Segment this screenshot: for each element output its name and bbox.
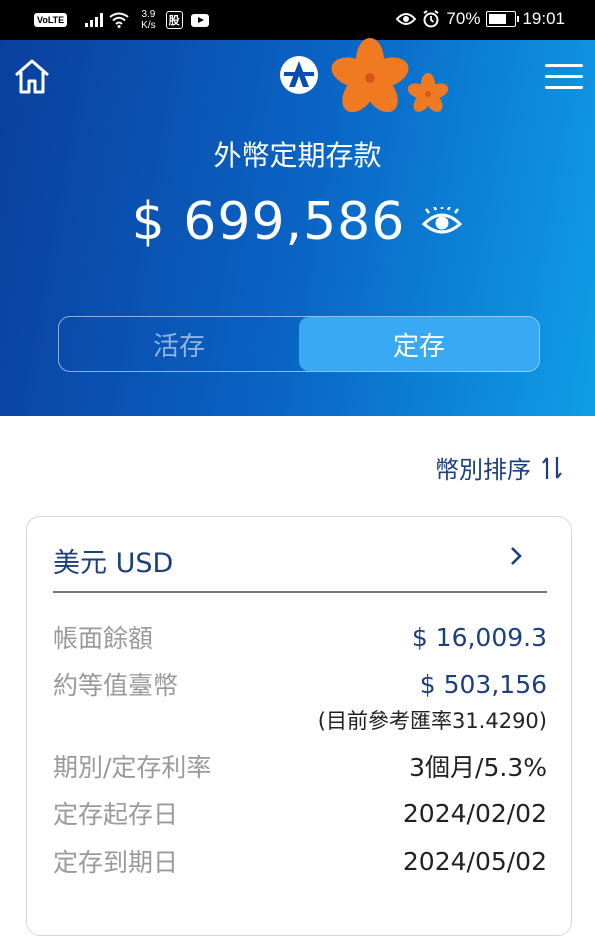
twd-equivalent-value: $ 503,156 bbox=[419, 669, 547, 699]
eye-comfort-icon bbox=[396, 13, 417, 25]
header-banner: 外幣定期存款 $ 699,586 活存 定存 bbox=[0, 38, 595, 416]
twd-equivalent-label: 約等值臺幣 bbox=[53, 671, 179, 700]
battery-percent: 70% bbox=[446, 9, 481, 28]
term-rate-value: 3個月/5.3% bbox=[409, 753, 547, 782]
usd-deposit-card[interactable]: 美元 USD 帳面餘額 $ 16,009.3 約等值臺幣 $ 503,156 (… bbox=[26, 516, 572, 936]
book-balance-row: 帳面餘額 $ 16,009.3 bbox=[53, 619, 547, 655]
start-date-label: 定存起存日 bbox=[53, 800, 179, 829]
volte-badge: VoLTE bbox=[34, 13, 68, 27]
menu-icon[interactable] bbox=[545, 58, 583, 94]
stock-app-icon: 股 bbox=[165, 11, 183, 29]
chevron-right-icon[interactable] bbox=[509, 545, 523, 567]
currency-sort-label: 幣別排序 bbox=[435, 456, 531, 484]
sort-arrows-icon bbox=[542, 456, 562, 479]
network-speed: 3.9 K/s bbox=[141, 9, 155, 31]
divider bbox=[53, 591, 547, 593]
network-speed-value: 3.9 bbox=[141, 9, 156, 20]
tab-time-deposit[interactable]: 定存 bbox=[299, 317, 539, 371]
status-left-group: VoLTE 3.9 K/s 股 bbox=[34, 9, 209, 31]
deposit-type-toggle: 活存 定存 bbox=[58, 316, 540, 372]
exchange-rate-note: (目前參考匯率31.4290) bbox=[317, 709, 547, 733]
wifi-icon bbox=[109, 12, 129, 28]
maturity-date-value: 2024/05/02 bbox=[402, 846, 547, 876]
currency-sort-button[interactable]: 幣別排序 bbox=[435, 450, 563, 485]
eye-icon[interactable] bbox=[421, 207, 463, 237]
start-date-row: 定存起存日 2024/02/02 bbox=[53, 795, 547, 831]
clock-time: 19:01 bbox=[522, 9, 565, 28]
tab-demand-deposit[interactable]: 活存 bbox=[59, 317, 299, 371]
book-balance-value: $ 16,009.3 bbox=[411, 622, 547, 652]
maturity-date-row: 定存到期日 2024/05/02 bbox=[53, 843, 547, 879]
status-bar: VoLTE 3.9 K/s 股 70% 19:01 bbox=[0, 0, 595, 40]
alarm-icon bbox=[423, 10, 439, 28]
signal-icon bbox=[85, 13, 104, 27]
page-title: 外幣定期存款 bbox=[213, 139, 382, 172]
currency-title: 美元 USD bbox=[53, 548, 174, 579]
total-amount: $ 699,586 bbox=[131, 192, 406, 252]
book-balance-label: 帳面餘額 bbox=[53, 624, 154, 653]
term-rate-row: 期別/定存利率 3個月/5.3% bbox=[53, 748, 547, 784]
bank-logo-icon bbox=[280, 56, 318, 94]
home-icon[interactable] bbox=[12, 56, 52, 96]
youtube-icon bbox=[190, 13, 209, 27]
battery-icon bbox=[486, 11, 520, 27]
start-date-value: 2024/02/02 bbox=[402, 798, 547, 828]
twd-equivalent-row: 約等值臺幣 $ 503,156 bbox=[53, 666, 547, 702]
total-amount-row: $ 699,586 bbox=[0, 192, 595, 252]
network-speed-unit: K/s bbox=[141, 20, 156, 31]
maturity-date-label: 定存到期日 bbox=[53, 848, 179, 877]
status-right-group: 70% 19:01 bbox=[396, 9, 565, 29]
term-rate-label: 期別/定存利率 bbox=[53, 753, 212, 782]
flower-decoration bbox=[331, 38, 449, 113]
